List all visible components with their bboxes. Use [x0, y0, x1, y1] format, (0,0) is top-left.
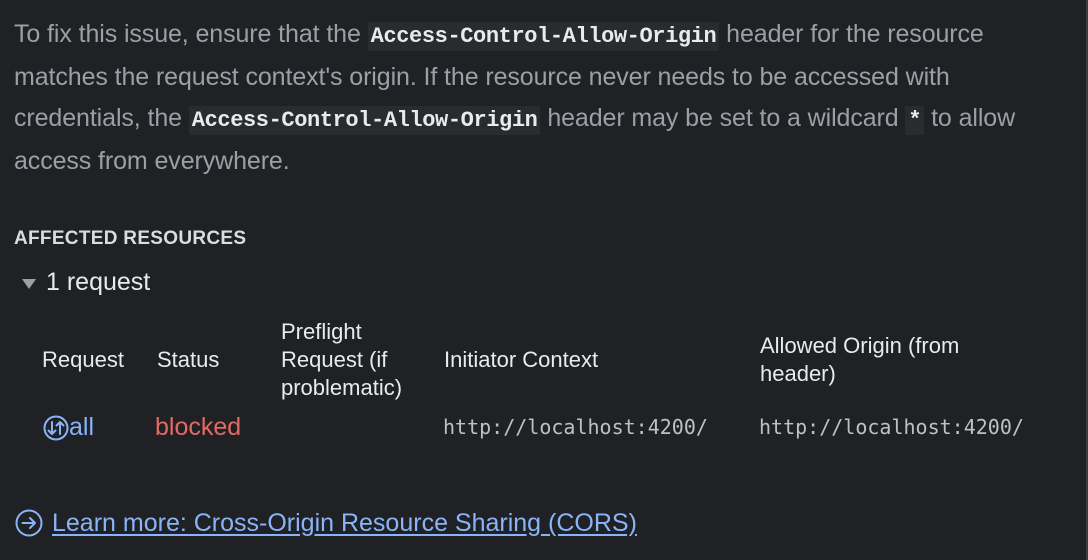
column-header-request: Request: [42, 347, 124, 372]
column-header-preflight-line: problematic): [281, 375, 403, 400]
learn-more-link[interactable]: Learn more: Cross-Origin Resource Sharin…: [14, 508, 637, 538]
request-link[interactable]: all: [43, 413, 94, 442]
code-wildcard: *: [905, 106, 925, 135]
status-blocked: blocked: [155, 413, 242, 441]
column-header-preflight-line: Preflight: [281, 319, 362, 344]
network-request-icon: [43, 415, 69, 440]
issue-description: To fix this issue, ensure that the Acces…: [14, 14, 1074, 182]
column-header-initiator-context: Initiator Context: [444, 347, 599, 372]
arrow-right-circle-icon: [15, 509, 43, 537]
description-text: To fix this issue, ensure that the: [14, 20, 368, 48]
column-header-status: Status: [157, 347, 220, 372]
initiator-context-value: http://localhost:4200/: [443, 415, 708, 439]
triangle-down-icon: [22, 279, 36, 289]
learn-more-label: Learn more: Cross-Origin Resource Sharin…: [52, 508, 637, 537]
column-header-allowed-origin-line: Allowed Origin (from: [760, 333, 960, 358]
code-header-name: Access-Control-Allow-Origin: [188, 106, 541, 135]
column-header-preflight: Preflight Request (if problematic): [281, 318, 402, 402]
request-count-label: 1 request: [46, 268, 151, 296]
request-name: all: [69, 413, 95, 441]
column-header-preflight-line: Request (if: [281, 347, 388, 372]
request-list-toggle[interactable]: 1 request: [22, 268, 150, 297]
affected-resources-heading: AFFECTED RESOURCES: [14, 228, 247, 249]
code-header-name: Access-Control-Allow-Origin: [367, 22, 720, 51]
column-header-allowed-origin: Allowed Origin (from header): [760, 332, 959, 388]
column-header-allowed-origin-line: header): [760, 361, 836, 386]
description-text: header may be set to a wildcard: [540, 104, 906, 132]
allowed-origin-value: http://localhost:4200/: [759, 415, 1024, 439]
